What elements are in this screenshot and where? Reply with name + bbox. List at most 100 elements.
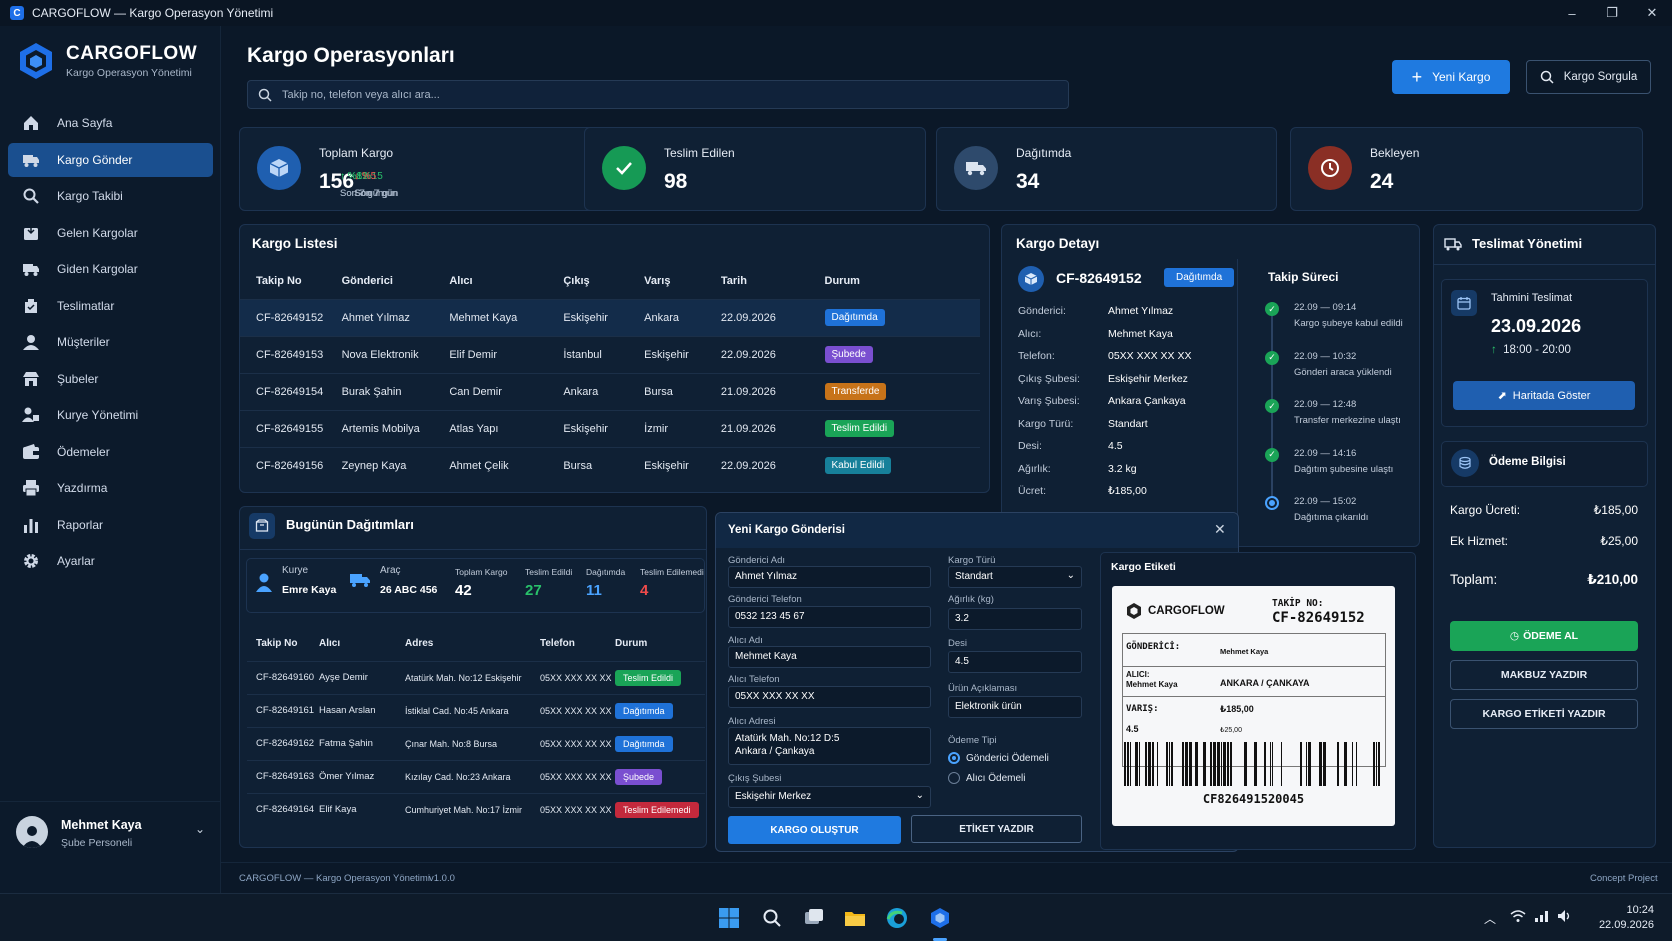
sidebar-item-11[interactable]: Raporlar xyxy=(8,508,213,542)
recipient-phone-label: Alıcı Telefon xyxy=(728,674,780,685)
file-explorer-icon[interactable] xyxy=(843,906,867,930)
status-badge: Transferde xyxy=(824,383,887,400)
close-window-icon[interactable]: ✕ xyxy=(1632,0,1672,26)
barcode-bar xyxy=(1230,742,1232,786)
vehicle-label: Araç xyxy=(380,565,401,576)
wifi-icon[interactable] xyxy=(1510,909,1526,926)
barcode-bar xyxy=(1139,742,1140,786)
sidebar-item-6[interactable]: Müşteriler xyxy=(8,325,213,359)
taskbar-search-icon[interactable] xyxy=(760,906,784,930)
barcode xyxy=(1124,742,1380,786)
radio-recipient-paid[interactable] xyxy=(948,772,960,784)
delivery-icon xyxy=(22,297,40,315)
print-label-button[interactable]: KARGO ETİKETİ YAZDIR xyxy=(1450,699,1638,729)
courier-name: Emre Kaya xyxy=(282,584,337,596)
sender-name-field[interactable]: Ahmet Yılmaz xyxy=(728,566,931,588)
timeline-time: 22.09 — 15:02 xyxy=(1294,496,1357,507)
sidebar-item-3[interactable]: Gelen Kargolar xyxy=(8,216,213,250)
weight-field[interactable]: 3.2 xyxy=(948,608,1082,630)
take-payment-button[interactable]: ◷ ÖDEME AL xyxy=(1450,621,1638,651)
table-row[interactable]: CF-82649152 Ahmet Yılmaz Mehmet Kaya Eskişe… xyxy=(240,298,980,336)
windows-start-icon[interactable] xyxy=(717,906,741,930)
table-row[interactable]: CF-82649156 Zeynep Kaya Ahmet Çelik Bursa Es… xyxy=(240,446,980,484)
count-value: 27 xyxy=(525,582,542,599)
label-dest: ANKARA / ÇANKAYA xyxy=(1220,678,1310,688)
search-input[interactable]: Takip no, telefon veya alıcı ara... xyxy=(247,80,1069,109)
cargoflow-taskbar-icon[interactable] xyxy=(928,906,952,930)
sender-phone-field[interactable]: 0532 123 45 67 xyxy=(728,606,931,628)
sidebar-item-5[interactable]: Teslimatlar xyxy=(8,289,213,323)
minimize-icon[interactable]: – xyxy=(1552,0,1592,26)
print-label-form-button[interactable]: ETİKET YAZDIR xyxy=(911,815,1082,843)
close-icon[interactable]: ✕ xyxy=(1214,521,1226,538)
sidebar-item-8[interactable]: Kurye Yönetimi xyxy=(8,398,213,432)
desc-field[interactable]: Elektronik ürün xyxy=(948,696,1082,718)
count-label: Teslim Edilemedi xyxy=(640,567,704,577)
sidebar-item-2[interactable]: Kargo Takibi xyxy=(8,179,213,213)
recipient-phone-field[interactable]: 05XX XXX XX XX xyxy=(728,686,931,708)
status-footer: CARGOFLOW — Kargo Operasyon Yönetimi v1.… xyxy=(221,862,1672,892)
edge-browser-icon[interactable] xyxy=(885,906,909,930)
show-map-button[interactable]: ⬈ Haritada Göster xyxy=(1453,381,1635,410)
table-cell: 21.09.2026 xyxy=(720,372,825,410)
divider xyxy=(1122,666,1386,667)
table-row[interactable]: CF-82649153 Nova Elektronik Elif Demir İsta… xyxy=(240,335,980,373)
radio-sender-paid[interactable] xyxy=(948,752,960,764)
table-cell: Çınar Mah. No:8 Bursa xyxy=(405,726,540,760)
label-sender-label: GÖNDERİCİ: xyxy=(1126,642,1181,652)
status-badge: Teslim Edildi xyxy=(615,669,682,686)
address-line-2: Ankara / Çankaya xyxy=(735,746,815,757)
recipient-name-field[interactable]: Mehmet Kaya xyxy=(728,646,931,668)
stat-label: Dağıtımda xyxy=(1016,146,1072,160)
chevron-down-icon[interactable]: ⌄ xyxy=(195,822,205,836)
barcode-bar xyxy=(1300,742,1302,786)
table-row[interactable]: CF-82649154 Burak Şahin Can Demir Ankara Bur… xyxy=(240,372,980,410)
courier-label: Kurye xyxy=(282,565,309,576)
branch-select[interactable]: Eskişehir Merkez ⌄ xyxy=(728,786,931,808)
create-cargo-button[interactable]: KARGO OLUŞTUR xyxy=(728,816,901,844)
query-cargo-button[interactable]: Kargo Sorgula xyxy=(1526,60,1651,94)
sidebar-item-7[interactable]: Şubeler xyxy=(8,362,213,396)
today-table: Takip No Alıcı Adres Telefon Durum CF-826491… xyxy=(247,627,705,826)
chevron-down-icon: ⌄ xyxy=(915,790,924,801)
table-cell: 05XX XXX XX XX xyxy=(540,660,615,694)
desi-field[interactable]: 4.5 xyxy=(948,651,1082,673)
restore-icon[interactable]: ❐ xyxy=(1592,0,1632,26)
clock-date: 22.09.2026 xyxy=(1598,919,1654,931)
volume-icon[interactable] xyxy=(1557,909,1573,928)
barcode-bar xyxy=(1378,742,1380,786)
barcode-bar xyxy=(1319,742,1322,786)
address-field[interactable]: Atatürk Mah. No:12 D:5 Ankara / Çankaya xyxy=(728,727,931,765)
sidebar-item-1[interactable]: Kargo Gönder xyxy=(8,142,213,177)
network-icon[interactable] xyxy=(1534,909,1550,928)
table-row[interactable]: CF-82649164 Elif Kaya Cumhuriyet Mah. No:1… xyxy=(247,792,705,826)
task-view-icon[interactable] xyxy=(802,906,826,930)
sidebar-item-10[interactable]: Yazdırma xyxy=(8,471,213,505)
sidebar-item-4[interactable]: Giden Kargolar xyxy=(8,252,213,286)
search-icon xyxy=(1540,70,1554,84)
status-cell: Şubede xyxy=(615,759,705,793)
table-row[interactable]: CF-82649161 Hasan Arslan İstiklal Cad. No:… xyxy=(247,693,705,727)
take-payment-label: ÖDEME AL xyxy=(1523,630,1579,642)
user-panel[interactable]: Mehmet Kaya Şube Personeli ⌄ xyxy=(0,801,221,893)
table-cell: Cumhuriyet Mah. No:17 İzmir xyxy=(405,792,540,826)
sidebar-item-12[interactable]: Ayarlar xyxy=(8,544,213,578)
sidebar-item-9[interactable]: Ödemeler xyxy=(8,435,213,469)
chevron-up-icon[interactable]: ︿ xyxy=(1484,910,1496,927)
barcode-bar xyxy=(1189,742,1192,786)
weight-label: Ağırlık (kg) xyxy=(948,594,994,605)
print-receipt-button[interactable]: MAKBUZ YAZDIR xyxy=(1450,660,1638,690)
table-row[interactable]: CF-82649163 Ömer Yılmaz Kızılay Cad. No:23… xyxy=(247,759,705,793)
sidebar-item-0[interactable]: Ana Sayfa xyxy=(8,106,213,140)
new-cargo-button[interactable]: + Yeni Kargo xyxy=(1392,60,1510,94)
table-row[interactable]: CF-82649155 Artemis Mobilya Atlas Yapı Eski… xyxy=(240,409,980,447)
detail-value: Standart xyxy=(1108,417,1148,430)
detail-key: Çıkış Şubesi: xyxy=(1018,372,1080,385)
plus-icon: + xyxy=(1411,67,1423,87)
status-badge: Kabul Edildi xyxy=(824,457,892,475)
delivery-header: Teslimat Yönetimi xyxy=(1444,236,1582,251)
table-row[interactable]: CF-82649160 Ayşe Demir Atatürk Mah. No:12 … xyxy=(247,660,705,694)
type-select[interactable]: Standart ⌄ xyxy=(948,566,1082,588)
table-row[interactable]: CF-82649162 Fatma Şahin Çınar Mah. No:8 Bu… xyxy=(247,726,705,760)
courier-user-icon xyxy=(255,572,273,598)
